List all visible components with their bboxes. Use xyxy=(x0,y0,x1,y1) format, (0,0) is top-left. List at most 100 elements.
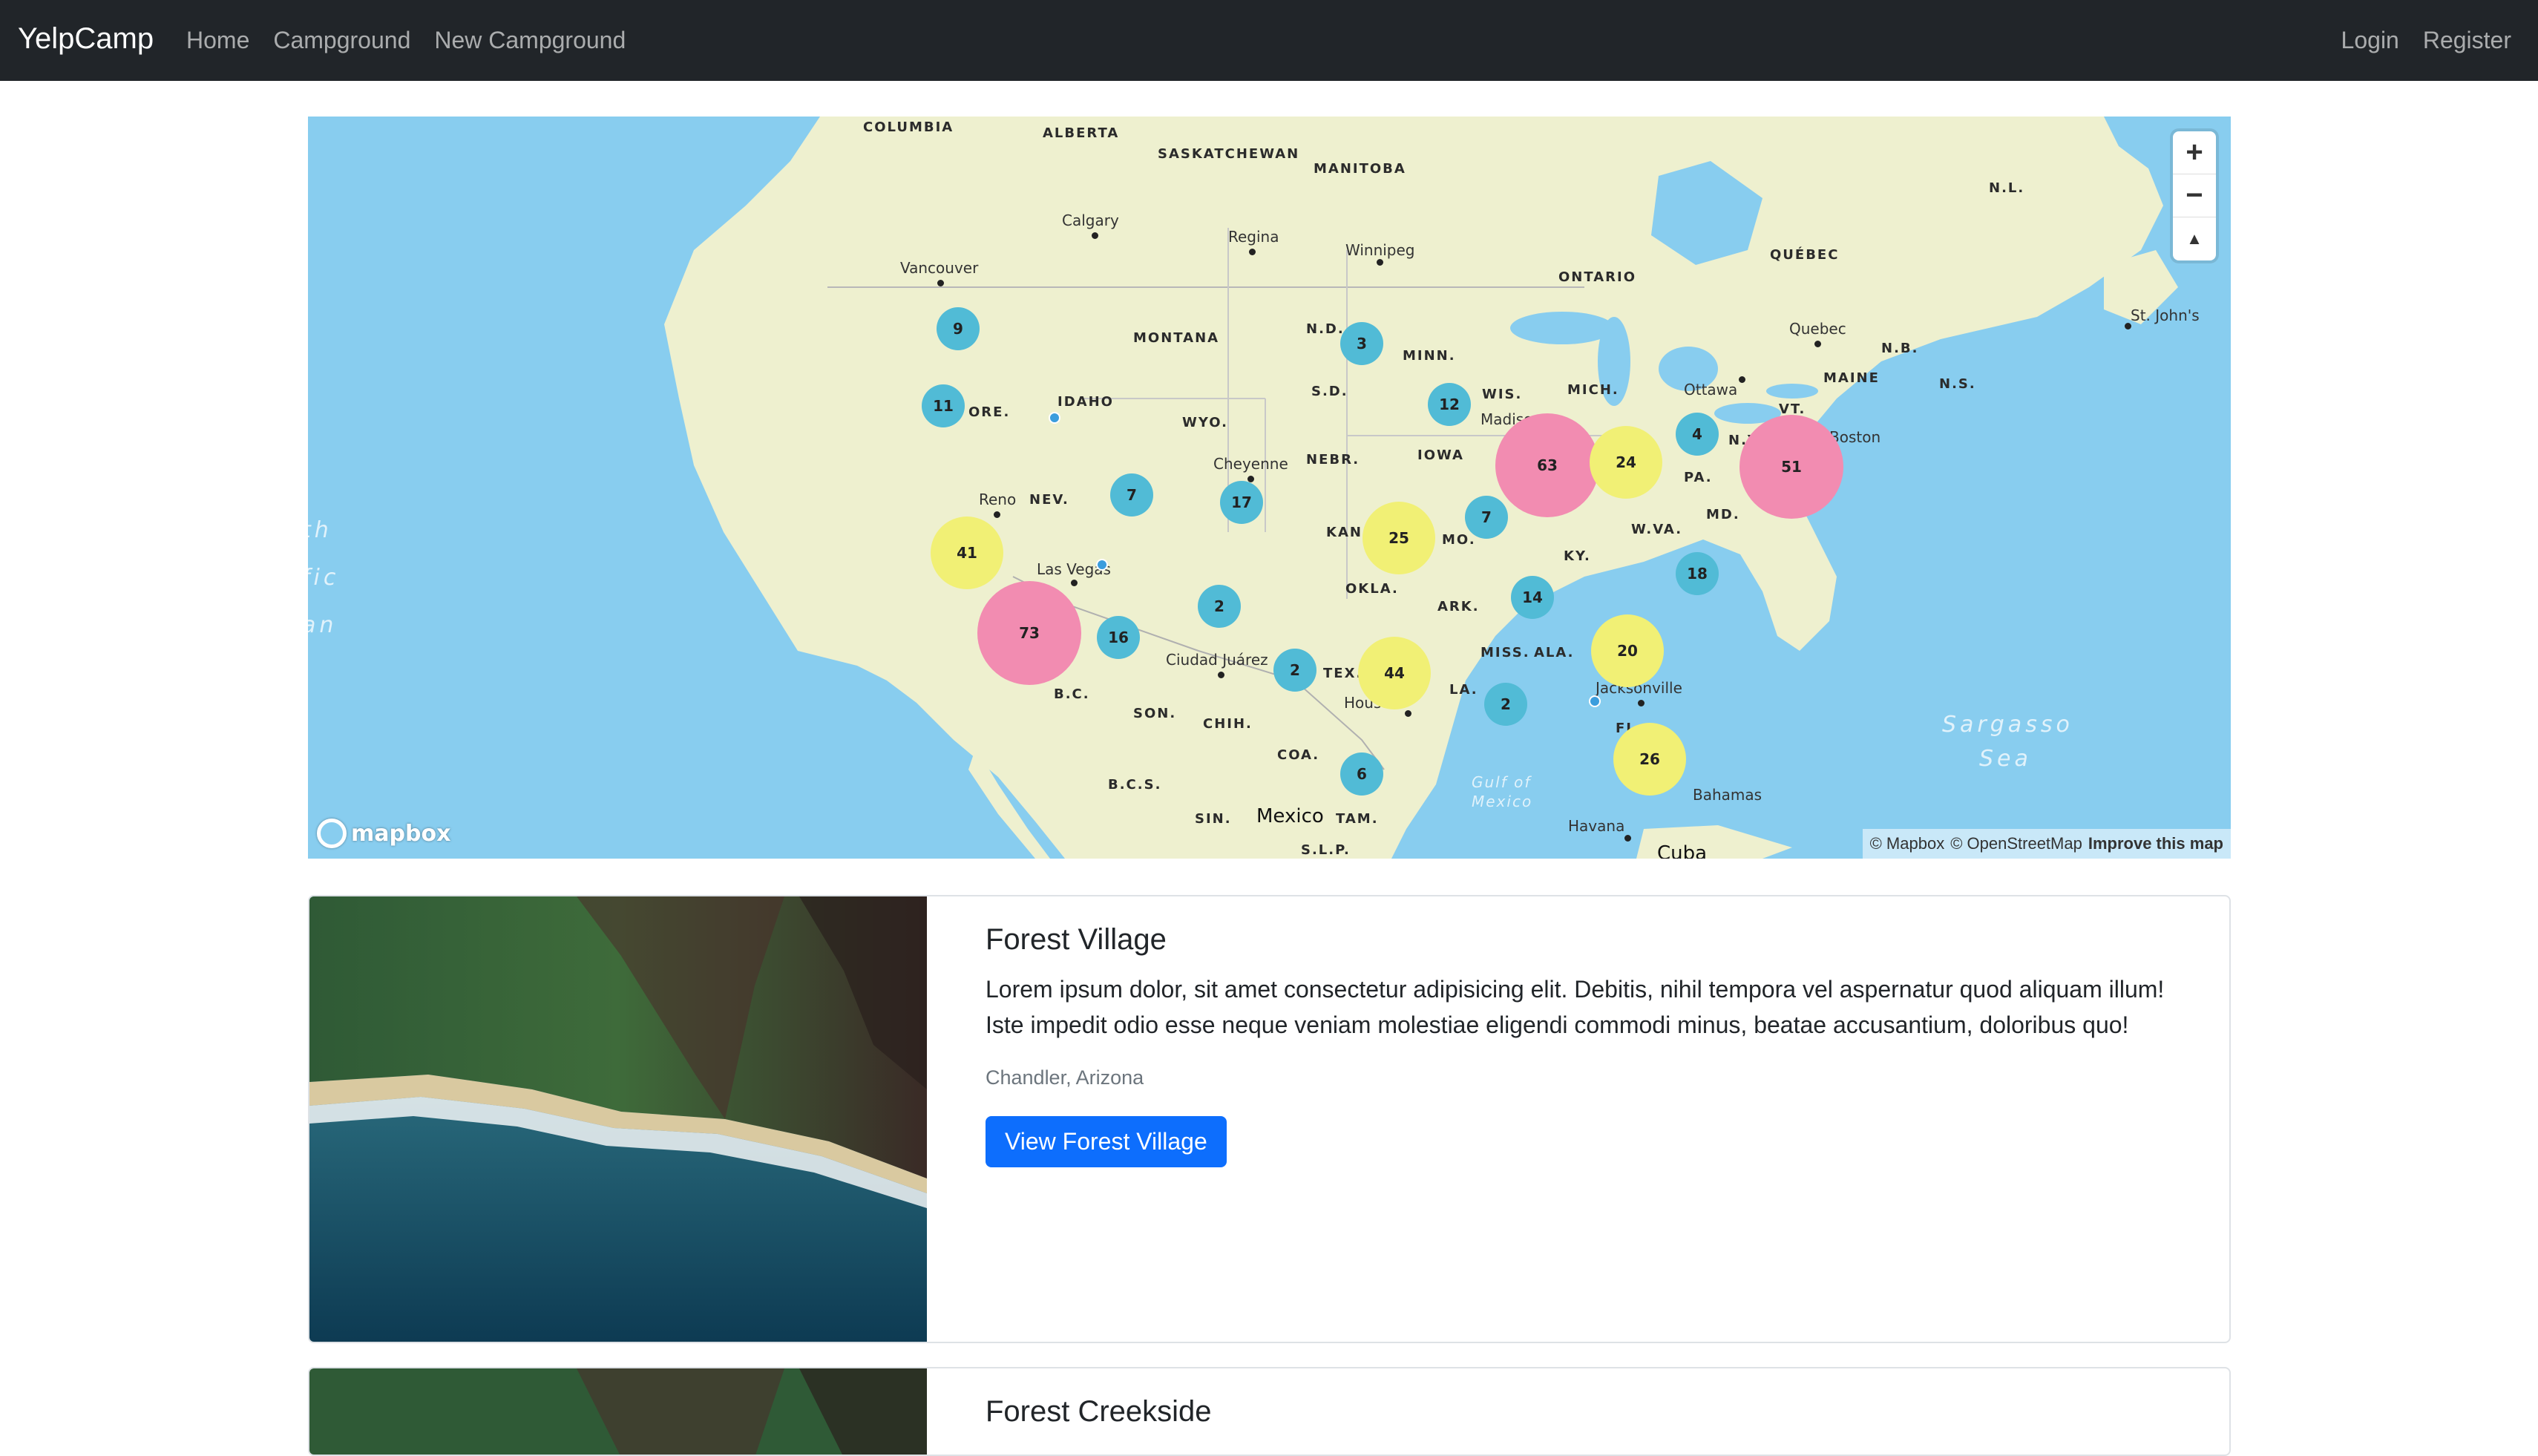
campground-card-body: Forest Village Lorem ipsum dolor, sit am… xyxy=(986,923,2200,1167)
map-label-miss: MISS. xyxy=(1480,645,1530,660)
map-city-ottawa: Ottawa xyxy=(1684,381,1738,399)
mapbox-logo[interactable]: mapbox xyxy=(317,819,450,848)
map-city-vancouver: Vancouver xyxy=(900,259,979,277)
cluster-marker[interactable]: 14 xyxy=(1511,576,1554,619)
mapbox-logo-text: mapbox xyxy=(351,820,451,847)
attribution-mapbox-link[interactable]: © Mapbox xyxy=(1870,834,1945,853)
zoom-out-button[interactable]: − xyxy=(2173,174,2216,217)
nav-auth-links: Login Register xyxy=(2341,27,2511,54)
map-label-md: MD. xyxy=(1706,507,1740,522)
cluster-marker[interactable]: 41 xyxy=(931,517,1003,589)
map-ocean-pacific-1: th xyxy=(308,517,332,543)
cluster-marker[interactable]: 2 xyxy=(1273,649,1316,692)
campground-title: Forest Village xyxy=(986,923,1167,956)
map-country-cuba: Cuba xyxy=(1657,842,1708,859)
map-label-nev: NEV. xyxy=(1029,492,1069,508)
map-label-ala: ALA. xyxy=(1534,645,1575,660)
map-label-tex: TEX. xyxy=(1323,666,1363,681)
mapbox-logo-icon xyxy=(317,819,347,848)
cluster-marker[interactable]: 18 xyxy=(1676,552,1719,595)
cluster-marker[interactable]: 11 xyxy=(922,384,965,427)
map-label-sd: S.D. xyxy=(1311,384,1348,399)
map-label-idaho: IDAHO xyxy=(1058,394,1114,410)
cluster-map[interactable]: COLUMBIA ALBERTA SASKATCHEWAN MANITOBA O… xyxy=(308,117,2231,859)
nav-new-campground-link[interactable]: New Campground xyxy=(434,27,626,54)
map-label-quebec: QUÉBEC xyxy=(1770,247,1840,263)
cluster-marker[interactable]: 2 xyxy=(1198,585,1241,628)
map-city-st-johns: St. John's xyxy=(2131,306,2200,324)
map-label-ontario: ONTARIO xyxy=(1558,269,1637,285)
map-label-montana: MONTANA xyxy=(1133,330,1220,346)
map-label-mich: MICH. xyxy=(1567,382,1619,398)
cluster-marker[interactable]: 20 xyxy=(1591,614,1664,687)
map-ocean-sargasso-2: Sea xyxy=(1979,746,2032,772)
cluster-marker[interactable]: 2 xyxy=(1484,683,1527,726)
campground-image xyxy=(309,896,927,1342)
improve-map-link[interactable]: Improve this map xyxy=(2088,834,2223,853)
cluster-marker[interactable]: 9 xyxy=(937,307,980,350)
map-city-reno: Reno xyxy=(979,491,1017,508)
cluster-marker[interactable]: 16 xyxy=(1097,616,1140,659)
map-country-mexico: Mexico xyxy=(1256,805,1324,827)
campground-image xyxy=(309,1368,927,1455)
map-label-wva: W.VA. xyxy=(1631,522,1683,537)
map-label-manitoba: MANITOBA xyxy=(1314,161,1406,177)
map-label-nb: N.B. xyxy=(1881,341,1919,356)
campground-description: Lorem ipsum dolor, sit amet consectetur … xyxy=(986,976,2165,1038)
cluster-marker[interactable]: 7 xyxy=(1465,496,1508,539)
campground-marker[interactable] xyxy=(1049,412,1060,424)
brand-link[interactable]: YelpCamp xyxy=(18,22,154,56)
campground-location: Chandler, Arizona xyxy=(986,1066,1144,1089)
campground-card: Forest Creekside xyxy=(308,1367,2231,1456)
map-label-chih: CHIH. xyxy=(1203,716,1253,732)
cluster-marker[interactable]: 4 xyxy=(1676,413,1719,456)
cluster-marker[interactable]: 3 xyxy=(1340,322,1383,365)
map-label-bc: B.C. xyxy=(1054,686,1090,702)
cluster-marker[interactable]: 12 xyxy=(1428,383,1471,426)
view-campground-button[interactable]: View Forest Village xyxy=(986,1116,1227,1167)
map-ocean-sargasso-1: Sargasso xyxy=(1942,712,2073,738)
map-ocean-gulf: Gulf of Mexico xyxy=(1472,773,1533,810)
cluster-marker[interactable]: 44 xyxy=(1358,637,1431,709)
navbar: YelpCamp Home Campground New Campground … xyxy=(0,0,2538,81)
map-city-calgary: Calgary xyxy=(1062,211,1119,229)
map-city-quebec: Quebec xyxy=(1789,320,1846,338)
map-label-iowa: IOWA xyxy=(1417,447,1464,463)
map-label-pa: PA. xyxy=(1684,470,1713,485)
map-label-wis: WIS. xyxy=(1482,387,1523,402)
cluster-marker[interactable]: 17 xyxy=(1220,481,1263,524)
cluster-marker[interactable]: 6 xyxy=(1340,752,1383,796)
map-label-columbia: COLUMBIA xyxy=(863,119,954,135)
map-label-slp: S.L.P. xyxy=(1301,842,1351,858)
compass-icon[interactable]: ▲ xyxy=(2173,217,2216,260)
nav-home-link[interactable]: Home xyxy=(186,27,249,54)
cluster-marker[interactable]: 25 xyxy=(1363,502,1435,574)
map-label-ns: N.S. xyxy=(1939,376,1976,392)
cluster-marker[interactable]: 24 xyxy=(1590,426,1662,499)
cluster-marker[interactable]: 51 xyxy=(1739,415,1843,519)
campground-marker[interactable] xyxy=(1096,559,1108,571)
map-label-ky: KY. xyxy=(1564,548,1591,564)
map-city-ciudad-juarez: Ciudad Juárez xyxy=(1166,651,1268,669)
map-label-son: SON. xyxy=(1133,706,1177,721)
map-label-coa: COA. xyxy=(1277,747,1320,763)
cluster-marker[interactable]: 26 xyxy=(1613,723,1686,796)
map-ocean-pacific-2: fic xyxy=(308,565,340,591)
cluster-marker[interactable]: 73 xyxy=(977,581,1081,685)
nav-campground-link[interactable]: Campground xyxy=(273,27,410,54)
campground-card-body: Forest Creekside xyxy=(986,1395,2200,1443)
nav-login-link[interactable]: Login xyxy=(2341,27,2399,54)
cluster-marker[interactable]: 7 xyxy=(1110,473,1153,517)
zoom-in-button[interactable]: + xyxy=(2173,131,2216,174)
map-label-ark: ARK. xyxy=(1437,599,1480,614)
map-attribution: © Mapbox © OpenStreetMap Improve this ma… xyxy=(1862,829,2231,859)
map-label-saskatchewan: SASKATCHEWAN xyxy=(1158,146,1300,162)
map-label-tam: TAM. xyxy=(1336,811,1379,827)
map-label-bcs: B.C.S. xyxy=(1108,777,1162,793)
cluster-marker[interactable]: 63 xyxy=(1495,413,1599,517)
attribution-osm-link[interactable]: © OpenStreetMap xyxy=(1950,834,2082,853)
campground-marker[interactable] xyxy=(1589,695,1601,707)
map-label-maine: MAINE xyxy=(1823,370,1880,386)
nav-register-link[interactable]: Register xyxy=(2423,27,2511,54)
map-label-kan: KAN xyxy=(1326,525,1363,540)
